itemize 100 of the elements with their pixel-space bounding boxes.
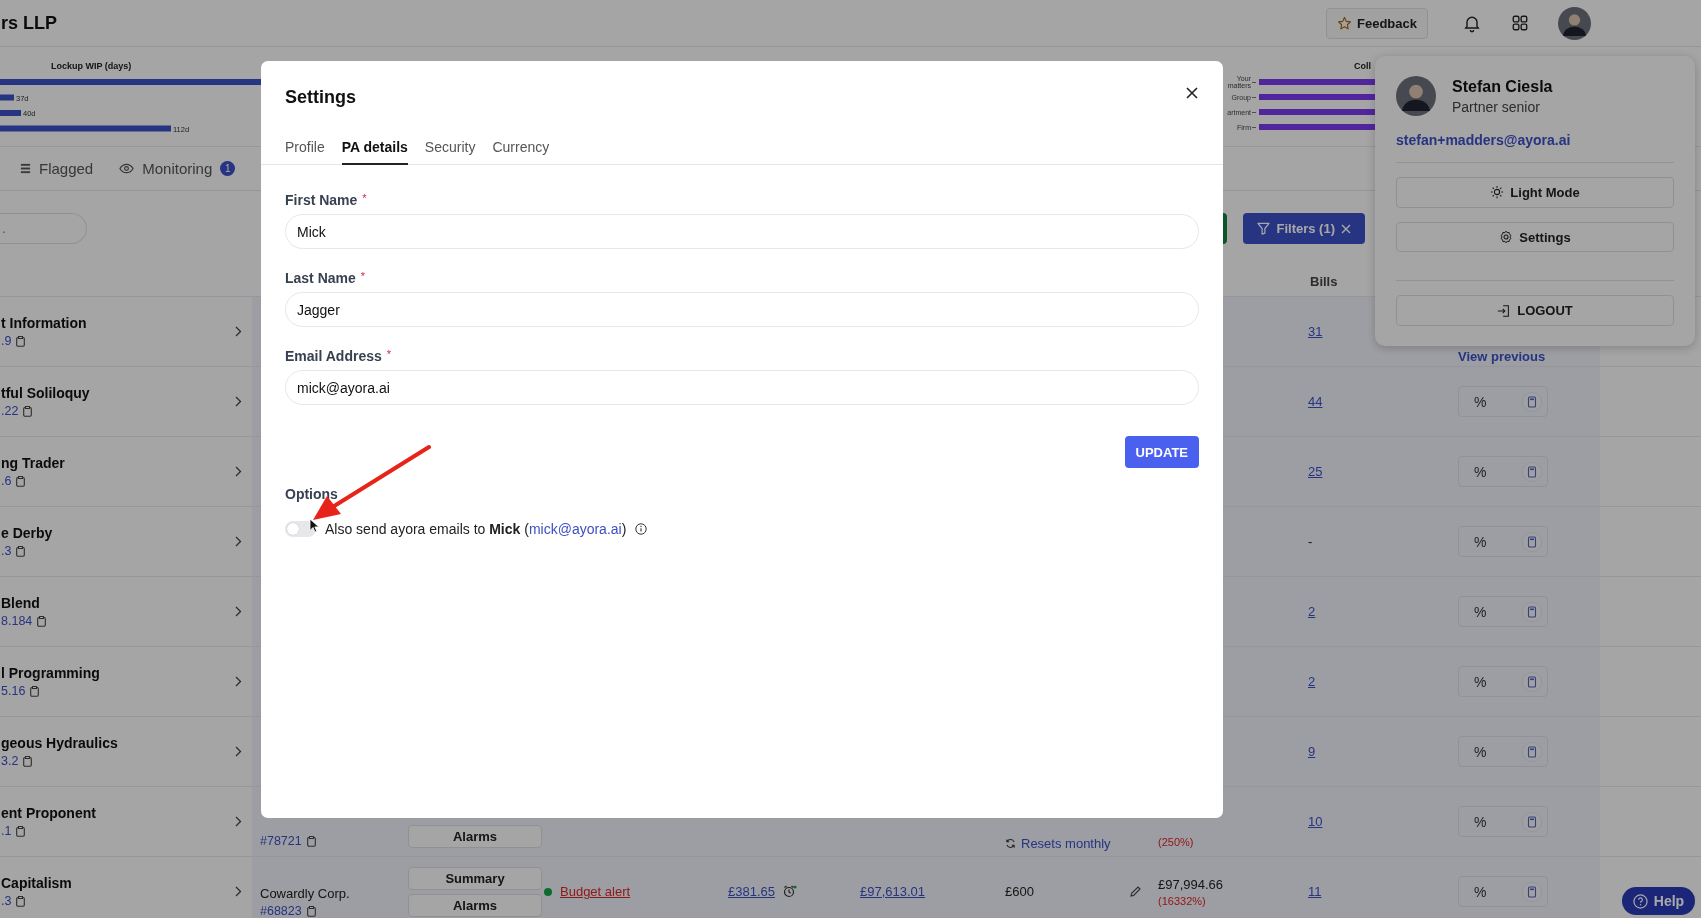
- client-code[interactable]: #78721: [260, 834, 302, 848]
- help-icon: [1632, 893, 1648, 909]
- menu-button[interactable]: Light Mode: [1396, 177, 1674, 208]
- matter-name: geous Hydraulics: [1, 735, 118, 751]
- dialog-tab[interactable]: Profile: [285, 139, 325, 165]
- menu-button[interactable]: LOGOUT: [1396, 295, 1674, 326]
- clipboard-icon[interactable]: [30, 685, 40, 697]
- close-icon[interactable]: [1186, 87, 1198, 99]
- search-field[interactable]: .: [0, 213, 87, 244]
- avatar-icon[interactable]: [1558, 6, 1591, 40]
- dialog-tab[interactable]: Security: [424, 139, 476, 165]
- percentage-field[interactable]: %: [1458, 386, 1548, 417]
- matter-code[interactable]: 8.184: [1, 614, 33, 628]
- user-role: Partner senior: [1452, 98, 1541, 115]
- bills-link[interactable]: 2: [1308, 604, 1316, 619]
- clipboard-icon[interactable]: [37, 615, 47, 627]
- bar: [0, 94, 14, 101]
- matter-code[interactable]: 5.16: [1, 684, 26, 698]
- calculator-icon[interactable]: [1522, 461, 1542, 482]
- calculator-icon[interactable]: [1522, 741, 1542, 762]
- user-email-link[interactable]: stefan+madders@ayora.ai: [1396, 132, 1674, 148]
- action-button[interactable]: Summary: [408, 866, 542, 890]
- clipboard-icon[interactable]: [16, 825, 26, 837]
- clipboard-icon[interactable]: [16, 475, 26, 487]
- clipboard-icon[interactable]: [16, 545, 26, 557]
- update-button[interactable]: UPDATE: [1124, 436, 1199, 468]
- chevron-right-icon[interactable]: [235, 746, 242, 757]
- clipboard-icon[interactable]: [16, 335, 26, 347]
- view-tab[interactable]: Flagged: [20, 160, 94, 177]
- clipboard-icon[interactable]: [23, 755, 33, 767]
- chart-title: Coll: [1353, 61, 1372, 71]
- pencil-icon[interactable]: [1129, 885, 1142, 898]
- chevron-right-icon[interactable]: [235, 606, 242, 617]
- bills-link[interactable]: 11: [1308, 884, 1322, 899]
- clipboard-icon[interactable]: [306, 905, 316, 917]
- matter-code[interactable]: .3: [1, 894, 12, 908]
- bills-link[interactable]: 2: [1308, 674, 1316, 689]
- chevron-right-icon[interactable]: [235, 396, 242, 407]
- chevron-right-icon[interactable]: [235, 466, 242, 477]
- text-input-field[interactable]: Jagger: [285, 292, 1199, 327]
- view-tab[interactable]: Monitoring 1: [119, 160, 236, 177]
- required-mark: *: [386, 348, 392, 362]
- billed-link[interactable]: £97,613.01: [860, 884, 926, 899]
- client-code[interactable]: #68823: [260, 904, 302, 918]
- chevron-right-icon[interactable]: [235, 326, 242, 337]
- text-input-field[interactable]: mick@ayora.ai: [285, 370, 1199, 405]
- alarm-clock-icon[interactable]: [783, 885, 797, 898]
- bills-link[interactable]: 44: [1308, 394, 1323, 409]
- view-previous-link[interactable]: View previous: [1458, 349, 1546, 364]
- bills-value: -: [1308, 534, 1313, 549]
- calculator-icon[interactable]: [1522, 391, 1542, 412]
- chevron-right-icon[interactable]: [235, 816, 242, 827]
- percentage-field[interactable]: %: [1458, 876, 1548, 907]
- clipboard-icon[interactable]: [306, 835, 316, 847]
- matter-code[interactable]: .3: [1, 544, 12, 558]
- calculator-icon[interactable]: [1522, 601, 1542, 622]
- chevron-right-icon[interactable]: [235, 676, 242, 687]
- budget-alert-link[interactable]: Budget alert: [560, 884, 631, 899]
- email-link[interactable]: mick@ayora.ai: [528, 521, 622, 537]
- matter-code[interactable]: .22: [1, 404, 19, 418]
- clipboard-icon[interactable]: [23, 405, 33, 417]
- chevron-right-icon[interactable]: [235, 886, 242, 897]
- resets-link[interactable]: Resets monthly: [1005, 836, 1111, 851]
- matter-name: ent Proponent: [1, 805, 96, 821]
- menu-button[interactable]: Settings: [1396, 221, 1674, 253]
- grid-icon[interactable]: [1511, 14, 1529, 32]
- text-input-field[interactable]: Mick: [285, 214, 1199, 249]
- matter-code[interactable]: 3.2: [1, 754, 19, 768]
- percentage-field[interactable]: %: [1458, 666, 1548, 697]
- dialog-tab[interactable]: PA details: [341, 139, 408, 165]
- matter-code[interactable]: .6: [1, 474, 12, 488]
- info-icon[interactable]: [635, 523, 648, 535]
- calculator-icon[interactable]: [1522, 881, 1542, 902]
- percentage-field[interactable]: %: [1458, 526, 1548, 557]
- percentage-field[interactable]: %: [1458, 456, 1548, 487]
- dialog-tab[interactable]: Currency: [492, 139, 550, 165]
- chevron-right-icon[interactable]: [235, 536, 242, 547]
- calculator-icon[interactable]: [1522, 671, 1542, 692]
- close-icon: [1341, 223, 1351, 234]
- feedback-button[interactable]: Feedback: [1326, 7, 1428, 39]
- help-button[interactable]: Help: [1622, 887, 1695, 915]
- percentage-field[interactable]: %: [1458, 736, 1548, 767]
- matter-code[interactable]: .1: [1, 824, 12, 838]
- bills-link[interactable]: 31: [1308, 324, 1323, 339]
- status-dot: [544, 887, 552, 896]
- action-button[interactable]: Alarms: [408, 825, 542, 848]
- avatar-icon: [1396, 76, 1436, 116]
- calculator-icon[interactable]: [1522, 811, 1542, 832]
- calculator-icon[interactable]: [1522, 531, 1542, 552]
- bills-link[interactable]: 9: [1308, 744, 1316, 759]
- field-label: First Name: [285, 192, 358, 208]
- action-button[interactable]: Alarms: [408, 893, 542, 917]
- bills-link[interactable]: 10: [1308, 814, 1323, 829]
- clipboard-icon[interactable]: [16, 895, 26, 907]
- wip-link[interactable]: £381.65: [728, 884, 775, 899]
- percentage-field[interactable]: %: [1458, 596, 1548, 627]
- bills-link[interactable]: 25: [1308, 464, 1323, 479]
- percentage-field[interactable]: %: [1458, 806, 1548, 837]
- matter-code[interactable]: .9: [1, 334, 12, 348]
- filters-button[interactable]: Filters (1): [1243, 213, 1365, 244]
